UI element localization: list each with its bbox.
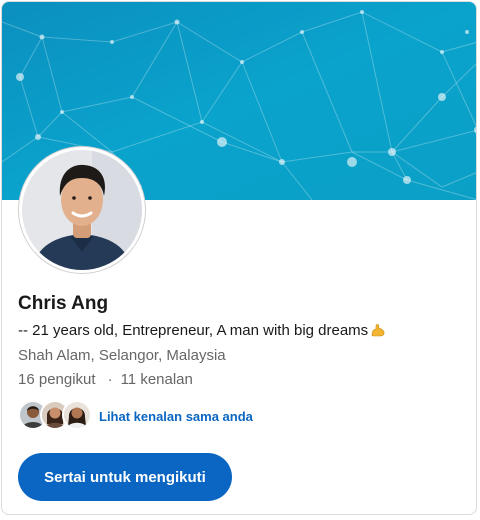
- mutual-connections-link[interactable]: Lihat kenalan sama anda: [99, 409, 253, 424]
- person-photo-icon: [22, 150, 142, 270]
- profile-location: Shah Alam, Selangor, Malaysia: [18, 347, 226, 364]
- profile-name: Chris Ang: [18, 293, 109, 314]
- followers-count[interactable]: 16 pengikut: [18, 371, 96, 388]
- flexed-biceps-icon: [370, 322, 386, 342]
- profile-stats: 16 pengikut · 11 kenalan: [18, 371, 193, 388]
- mutual-avatar: [62, 400, 92, 430]
- mutual-connections: Lihat kenalan sama anda: [18, 400, 318, 432]
- stats-separator: ·: [107, 371, 113, 388]
- profile-avatar[interactable]: [19, 147, 145, 273]
- headline-text: -- 21 years old, Entrepreneur, A man wit…: [18, 322, 369, 339]
- connections-count[interactable]: 11 kenalan: [121, 371, 193, 388]
- profile-headline: -- 21 years old, Entrepreneur, A man wit…: [18, 322, 386, 342]
- profile-card: Chris Ang -- 21 years old, Entrepreneur,…: [1, 1, 477, 515]
- follow-button[interactable]: Sertai untuk mengikuti: [18, 453, 232, 501]
- person-photo-icon: [64, 402, 90, 428]
